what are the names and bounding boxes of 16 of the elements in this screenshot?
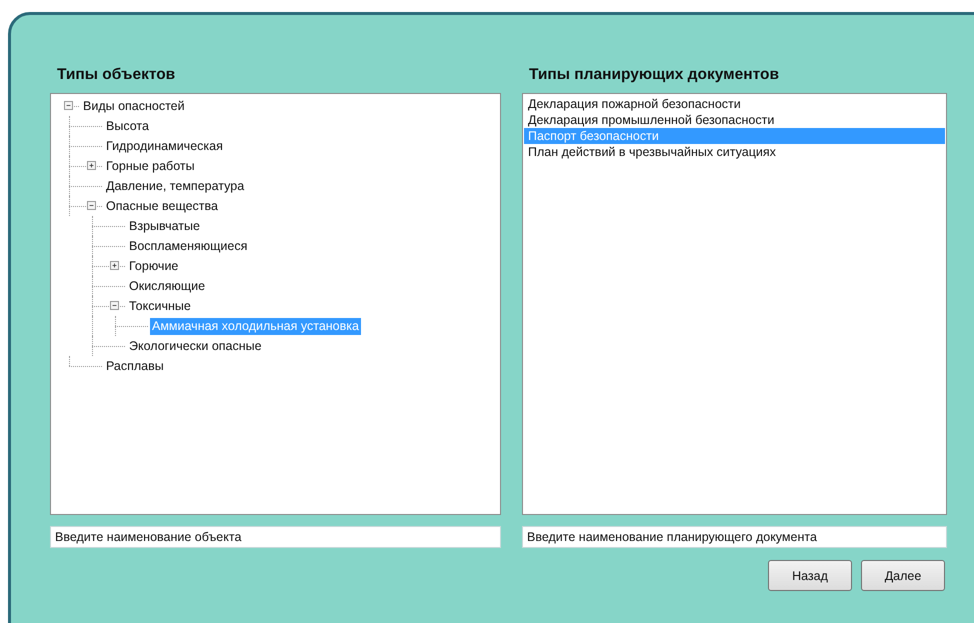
name-field[interactable]: Введите наименование объекта: [50, 526, 501, 548]
list-item[interactable]: Декларация пожарной безопасности: [524, 96, 945, 112]
list-item[interactable]: План действий в чрезвычайных ситуациях: [524, 144, 945, 160]
tree-item[interactable]: Горные работы: [104, 158, 197, 174]
panel-title: Типы объектов: [56, 65, 176, 85]
name-field[interactable]: Введите наименование планирующего документа: [522, 526, 947, 548]
expand-icon[interactable]: [110, 261, 119, 270]
next-button[interactable]: Далее: [861, 560, 945, 591]
list-item[interactable]: Декларация промышленной безопасности: [524, 112, 945, 128]
collapse-icon[interactable]: [64, 101, 73, 110]
expand-icon[interactable]: [87, 161, 96, 170]
panel-title: Типы планирующих документов: [528, 65, 780, 85]
back-button[interactable]: Назад: [768, 560, 852, 591]
collapse-icon[interactable]: [87, 201, 96, 210]
tree-item[interactable]: Виды опасностей: [81, 98, 187, 114]
collapse-icon[interactable]: [110, 301, 119, 310]
